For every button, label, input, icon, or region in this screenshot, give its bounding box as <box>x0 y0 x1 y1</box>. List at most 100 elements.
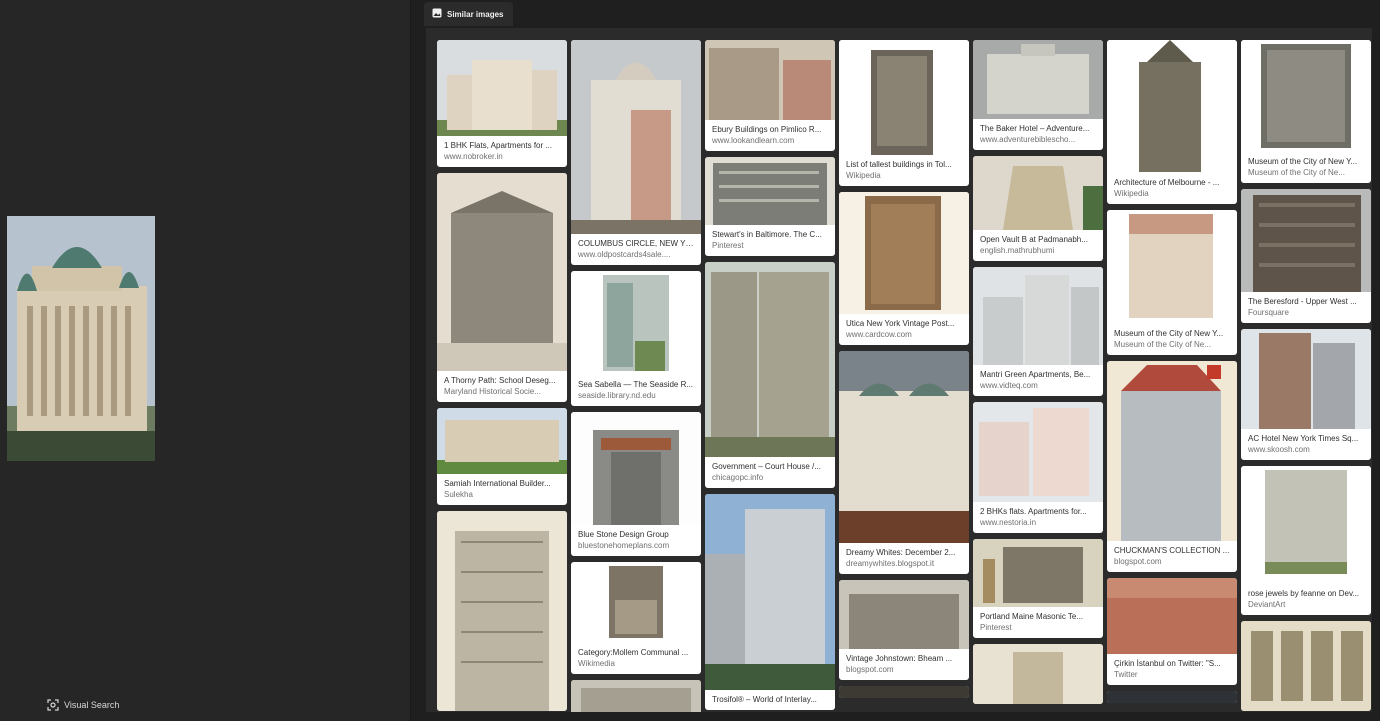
result-thumbnail <box>1107 361 1237 541</box>
result-title: The Beresford - Upper West ... <box>1248 297 1357 306</box>
result-source: Sulekha <box>444 490 473 499</box>
result-thumbnail <box>1107 691 1237 703</box>
result-thumbnail <box>1241 466 1371 584</box>
result-title: Museum of the City of New Y... <box>1114 329 1224 338</box>
result-source: www.lookandlearn.com <box>712 136 795 145</box>
result-thumbnail <box>705 494 835 690</box>
result-thumbnail <box>571 412 701 525</box>
result-title: Blue Stone Design Group <box>578 530 669 539</box>
result-title: 1 BHK Flats, Apartments for ... <box>444 141 553 150</box>
result-source: www.cardcow.com <box>846 330 912 339</box>
results-column: COLUMBUS CIRCLE, NEW YO... www.oldpostcar… <box>571 40 701 712</box>
result-thumbnail <box>437 408 567 474</box>
result-title: Museum of the City of New Y... <box>1248 157 1358 166</box>
result-source: chicagopc.info <box>712 473 764 482</box>
result-source: DeviantArt <box>1248 600 1286 609</box>
result-card[interactable] <box>973 644 1103 704</box>
result-title: The Baker Hotel – Adventure... <box>980 124 1090 133</box>
result-source: www.nestoria.in <box>980 518 1037 527</box>
result-card[interactable]: Mantri Green Apartments, Be... www.vidteq… <box>973 267 1103 396</box>
visual-search-label: Visual Search <box>64 700 120 710</box>
result-card[interactable]: The Beresford - Upper West ... Foursquare <box>1241 189 1371 323</box>
result-card[interactable]: Blue Stone Design Group bluestonehomeplan… <box>571 412 701 556</box>
result-thumbnail <box>1107 578 1237 654</box>
result-card[interactable] <box>437 511 567 711</box>
result-title: rose jewels by feanne on Dev... <box>1248 589 1360 598</box>
result-source: blogspot.com <box>846 665 894 674</box>
tab-similar-images[interactable]: Similar images <box>424 2 514 26</box>
result-card[interactable]: The Baker Hotel – Adventure... www.advent… <box>973 40 1103 150</box>
result-thumbnail <box>1241 40 1371 152</box>
result-source: Pinterest <box>712 241 744 250</box>
result-thumbnail <box>571 40 701 234</box>
result-card[interactable]: Ebury Buildings on Pimlico R... www.looka… <box>705 40 835 151</box>
result-card[interactable]: Utica New York Vintage Post... www.cardco… <box>839 192 969 345</box>
results-column: The Baker Hotel – Adventure... www.advent… <box>973 40 1103 710</box>
results-column: Architecture of Melbourne - ... Wikipedia… <box>1107 40 1237 709</box>
result-card[interactable]: Portland Maine Masonic Te... Pinterest <box>973 539 1103 638</box>
result-card[interactable]: Vintage Johnstown: Bheam ... blogspot.com <box>839 580 969 680</box>
result-thumbnail <box>973 402 1103 502</box>
result-title: 2 BHKs flats. Apartments for... <box>980 507 1087 516</box>
result-card[interactable]: Stewart's in Baltimore. The C... Pinteres… <box>705 157 835 256</box>
result-source: Foursquare <box>1248 308 1289 317</box>
result-title: List of tallest buildings in Tol... <box>846 160 952 169</box>
result-card[interactable] <box>571 680 701 712</box>
result-thumbnail <box>1107 40 1237 173</box>
query-image <box>7 216 155 461</box>
result-source: Pinterest <box>980 623 1012 632</box>
result-card[interactable]: Category:Mollem Communal ... Wikimedia <box>571 562 701 674</box>
results-scrollbar[interactable] <box>1372 28 1380 712</box>
result-card[interactable] <box>1107 691 1237 703</box>
result-card[interactable]: COLUMBUS CIRCLE, NEW YO... www.oldpostcar… <box>571 40 701 265</box>
visual-search-button[interactable]: Visual Search <box>47 699 119 711</box>
result-title: Vintage Johnstown: Bheam ... <box>846 654 953 663</box>
result-thumbnail <box>839 351 969 543</box>
result-thumbnail <box>1241 621 1371 711</box>
result-card[interactable]: Open Vault B at Padmanabh... english.math… <box>973 156 1103 261</box>
result-card[interactable] <box>1241 621 1371 711</box>
result-thumbnail <box>571 680 701 712</box>
result-title: AC Hotel New York Times Sq... <box>1248 434 1359 443</box>
result-source: Maryland Historical Socie... <box>444 387 541 396</box>
result-card[interactable]: Samiah International Builder... Sulekha <box>437 408 567 505</box>
result-thumbnail <box>571 562 701 643</box>
result-card[interactable]: Museum of the City of New Y... Museum of … <box>1241 40 1371 183</box>
result-card[interactable]: Government – Court House /... chicagopc.i… <box>705 262 835 488</box>
result-title: Portland Maine Masonic Te... <box>980 612 1084 621</box>
result-title: A Thorny Path: School Deseg... <box>444 376 556 385</box>
result-card[interactable]: Çirkin İstanbul on Twitter: "S... Twitter <box>1107 578 1237 685</box>
result-source: bluestonehomeplans.com <box>578 541 670 550</box>
result-card[interactable]: Museum of the City of New Y... Museum of … <box>1107 210 1237 355</box>
result-thumbnail <box>839 580 969 649</box>
result-thumbnail <box>839 40 969 155</box>
result-thumbnail <box>1107 210 1237 324</box>
result-title: Dreamy Whites: December 2... <box>846 548 956 557</box>
results-column: List of tallest buildings in Tol... Wikip… <box>839 40 969 704</box>
image-icon <box>432 8 442 20</box>
result-card[interactable] <box>839 686 969 698</box>
result-thumbnail <box>1241 189 1371 292</box>
result-card[interactable]: CHUCKMAN'S COLLECTION ... blogspot.com <box>1107 361 1237 572</box>
result-card[interactable]: Dreamy Whites: December 2... dreamywhites… <box>839 351 969 574</box>
result-card[interactable]: AC Hotel New York Times Sq... www.skoosh.… <box>1241 329 1371 460</box>
result-card[interactable]: Architecture of Melbourne - ... Wikipedia <box>1107 40 1237 204</box>
result-card[interactable]: Sea Sabella — The Seaside R... seaside.li… <box>571 271 701 406</box>
results-grid: 1 BHK Flats, Apartments for ... www.nobro… <box>426 28 1380 712</box>
result-card[interactable]: Trosifol® – World of Interlay... <box>705 494 835 710</box>
result-thumbnail <box>973 156 1103 230</box>
result-source: seaside.library.nd.edu <box>578 391 656 400</box>
result-card[interactable]: 1 BHK Flats, Apartments for ... www.nobro… <box>437 40 567 167</box>
result-card[interactable]: A Thorny Path: School Deseg... Maryland H… <box>437 173 567 402</box>
result-source: dreamywhites.blogspot.it <box>846 559 935 568</box>
result-thumbnail <box>571 271 701 375</box>
result-card[interactable]: 2 BHKs flats. Apartments for... www.nesto… <box>973 402 1103 533</box>
result-source: www.adventurebiblescho... <box>980 135 1076 144</box>
result-card[interactable]: List of tallest buildings in Tol... Wikip… <box>839 40 969 186</box>
result-source: www.oldpostcards4sale.... <box>578 250 671 259</box>
visual-search-icon <box>47 699 59 711</box>
result-card[interactable]: rose jewels by feanne on Dev... DeviantAr… <box>1241 466 1371 615</box>
left-pane: Visual Search <box>0 0 410 721</box>
result-source: www.skoosh.com <box>1248 445 1310 454</box>
results-column: 1 BHK Flats, Apartments for ... www.nobro… <box>437 40 567 712</box>
